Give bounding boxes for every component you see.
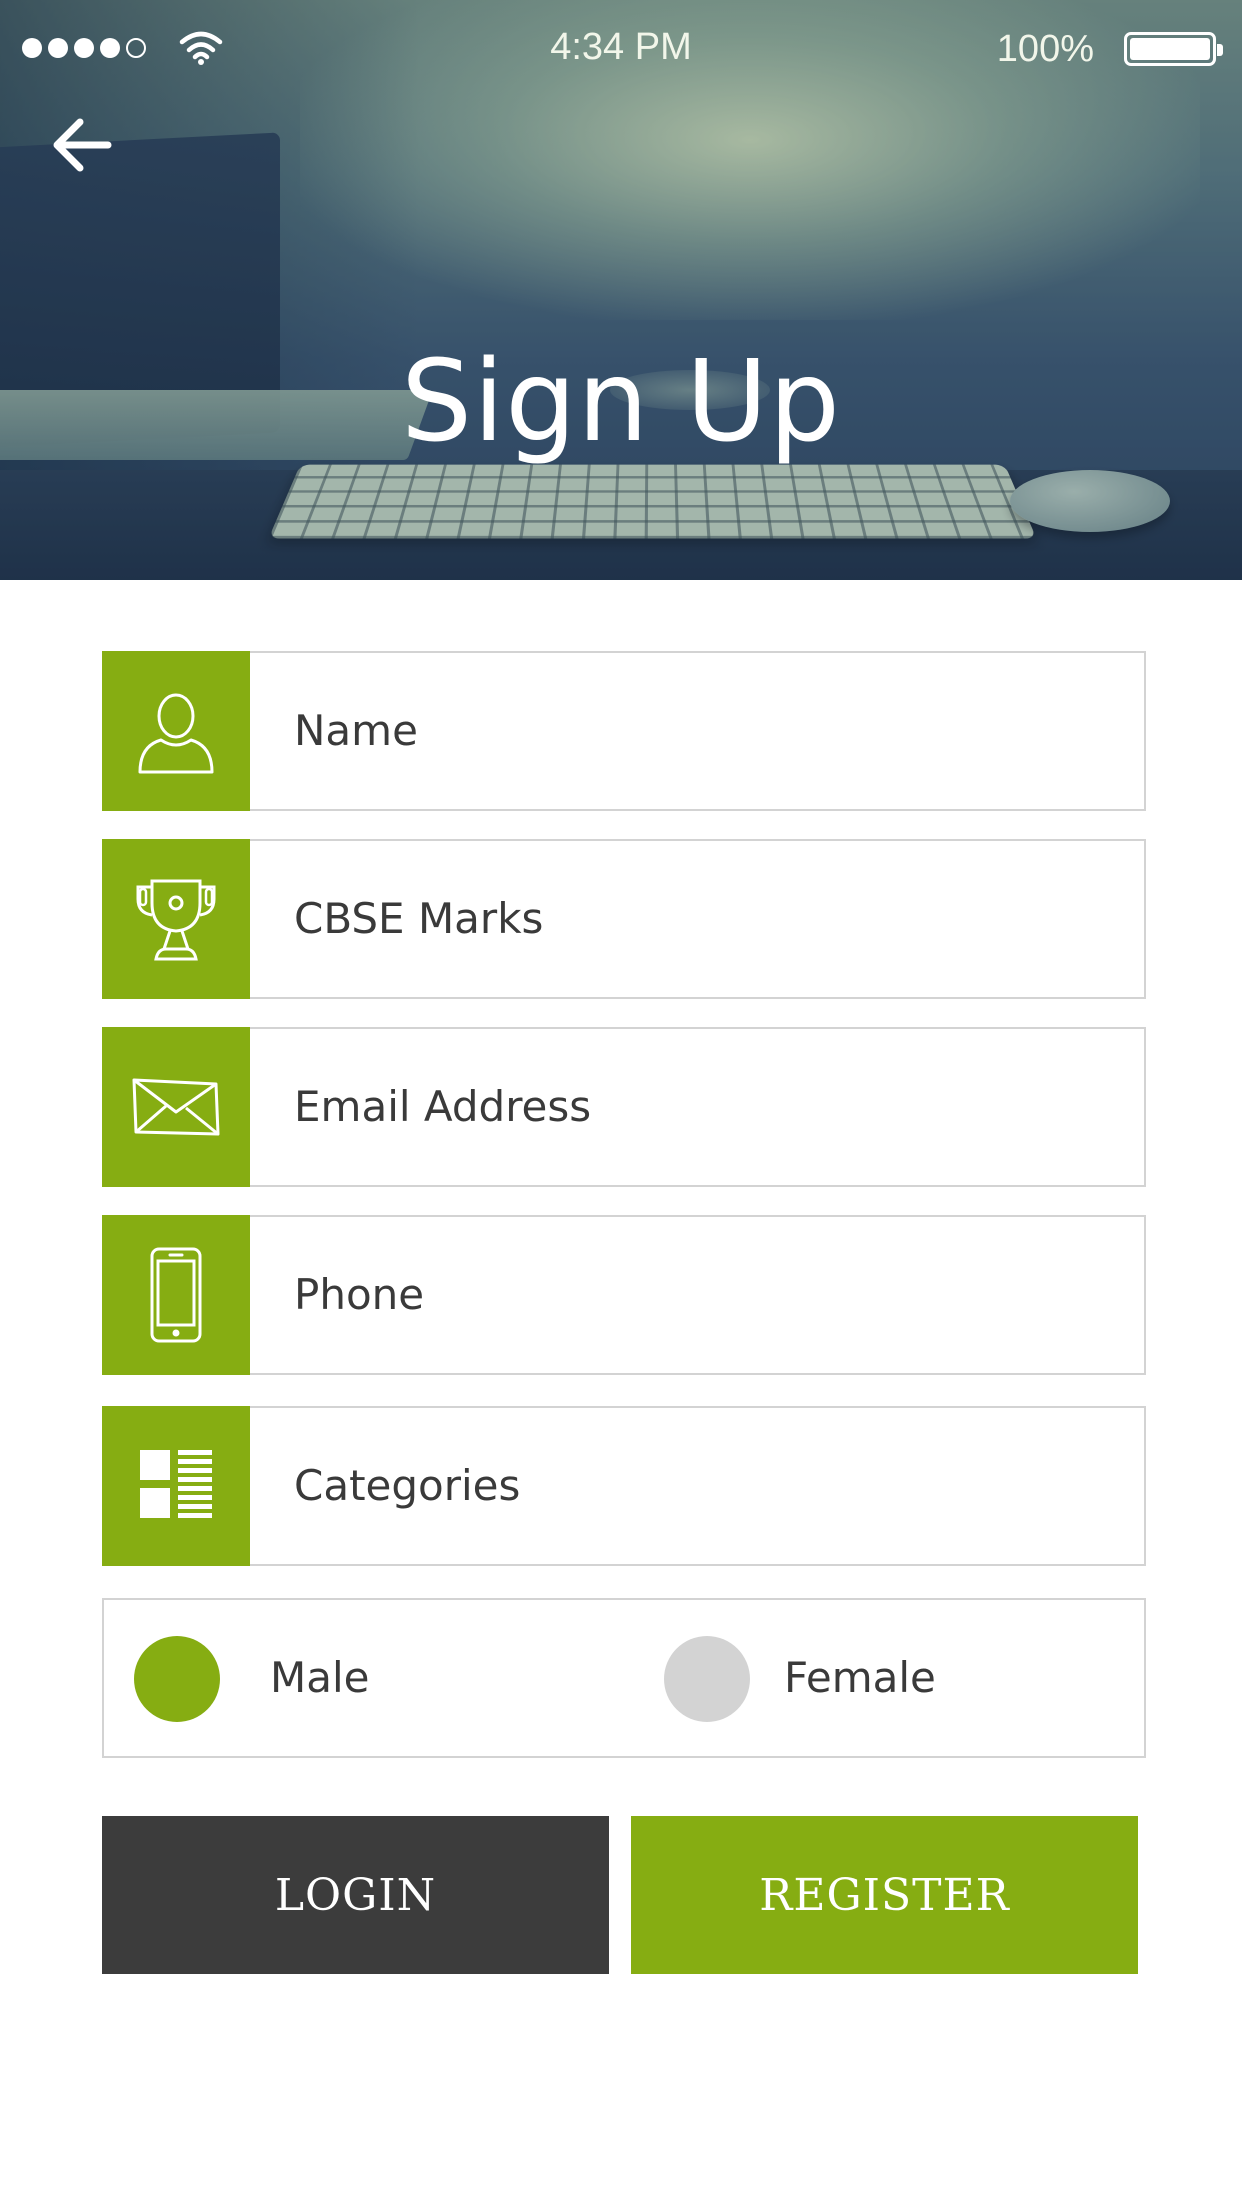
name-field[interactable]: Name <box>102 651 1146 811</box>
categories-field[interactable]: Categories <box>102 1406 1146 1566</box>
phone-field[interactable]: Phone <box>102 1215 1146 1375</box>
name-field-placeholder: Name <box>294 706 418 755</box>
gender-selector: Male Female <box>102 1598 1146 1758</box>
categories-icon <box>140 1450 212 1518</box>
cbse-marks-field-placeholder: CBSE Marks <box>294 894 544 943</box>
register-button[interactable]: REGISTER <box>631 1816 1138 1974</box>
female-radio[interactable] <box>664 1636 750 1722</box>
user-icon <box>138 693 214 774</box>
login-button[interactable]: LOGIN <box>102 1816 609 1974</box>
categories-field-placeholder: Categories <box>294 1461 521 1510</box>
email-field[interactable]: Email Address <box>102 1027 1146 1187</box>
arrow-left-icon <box>53 118 112 172</box>
back-button[interactable] <box>46 110 116 180</box>
status-bar: 4:34 PM 100% <box>0 0 1242 100</box>
male-radio[interactable] <box>134 1636 220 1722</box>
male-radio-label[interactable]: Male <box>270 1600 369 1756</box>
trophy-icon <box>136 879 216 961</box>
battery-percentage: 100% <box>996 28 1094 70</box>
phone-icon <box>150 1247 202 1343</box>
battery-icon <box>1124 32 1223 66</box>
cbse-marks-field[interactable]: CBSE Marks <box>102 839 1146 999</box>
envelope-icon <box>132 1078 220 1136</box>
female-radio-label[interactable]: Female <box>784 1600 936 1756</box>
phone-field-placeholder: Phone <box>294 1270 425 1319</box>
email-field-placeholder: Email Address <box>294 1082 592 1131</box>
page-title: Sign Up <box>401 337 841 468</box>
